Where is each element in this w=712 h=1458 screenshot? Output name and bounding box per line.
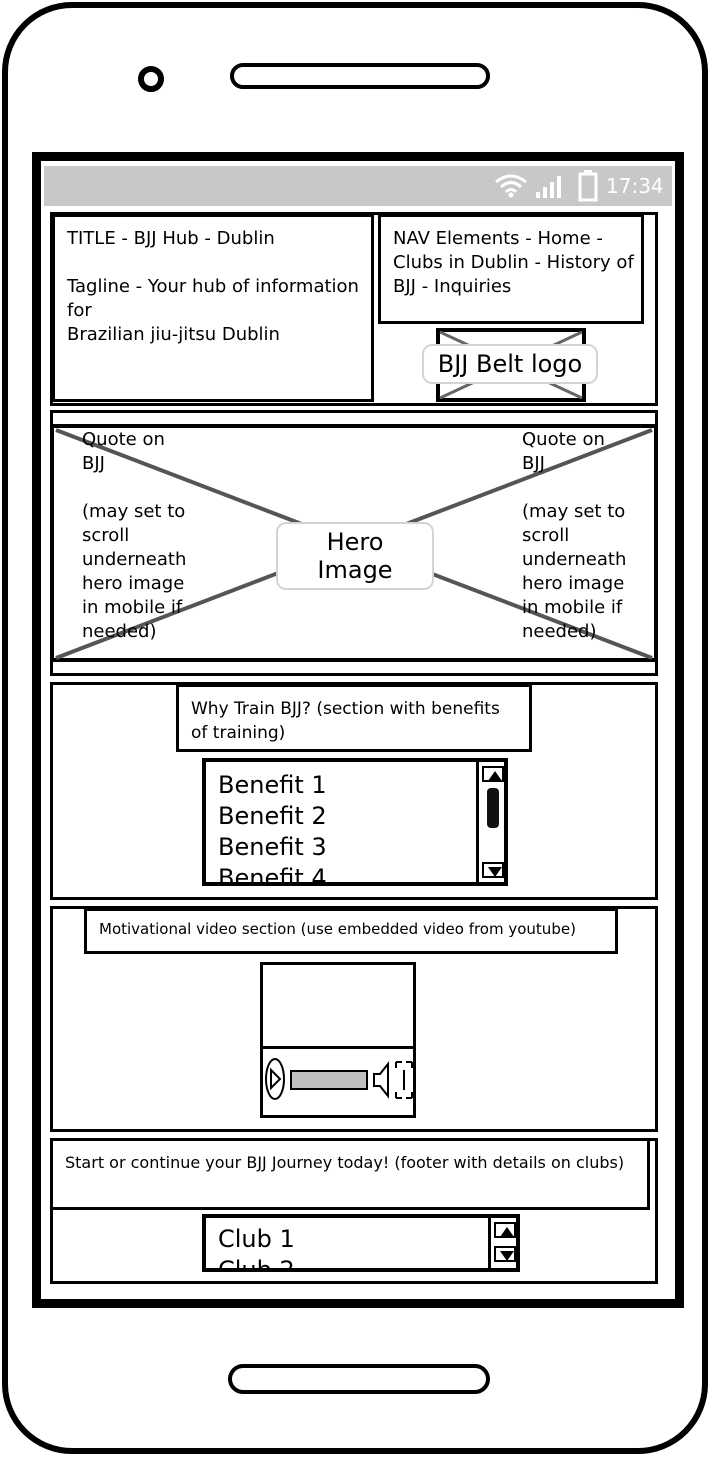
scroll-up-button[interactable] (482, 766, 504, 782)
arrow-up-icon (500, 1227, 514, 1237)
logo-label: BJJ Belt logo (422, 344, 598, 384)
quote-right: Quote on BJJ (may set to scroll undernea… (522, 429, 627, 642)
arrow-down-icon (488, 867, 502, 877)
home-button[interactable] (228, 1364, 490, 1394)
video-progress-bar[interactable] (290, 1070, 368, 1090)
hero-label: Hero Image (276, 522, 434, 590)
signal-icon (536, 176, 561, 198)
scroll-up-button[interactable] (494, 1222, 516, 1238)
why-train-heading-line-2: of training) (191, 723, 286, 743)
volume-icon[interactable] (372, 1060, 392, 1100)
title-box: TITLE - BJJ Hub - Dublin Tagline - Your … (52, 214, 374, 402)
why-train-heading: Why Train BJJ? (section with benefits (191, 699, 500, 719)
video-progress-fill (292, 1072, 366, 1088)
clubs-list[interactable]: Club 1 Club 2 (202, 1214, 520, 1272)
video-controls-divider (260, 1046, 416, 1049)
scroll-down-button[interactable] (494, 1246, 516, 1262)
speaker-grille (230, 63, 490, 89)
wifi-icon (495, 174, 527, 198)
why-train-heading-box: Why Train BJJ? (section with benefits of… (176, 684, 532, 752)
tagline-line-3: Brazilian jiu-jitsu Dublin (67, 324, 280, 345)
arrow-up-icon (488, 771, 502, 781)
list-item[interactable]: Benefit 1 (218, 770, 474, 801)
tagline-line-2: for (67, 300, 92, 321)
clubs-scrollbar[interactable] (488, 1218, 516, 1268)
play-icon[interactable] (264, 1056, 286, 1102)
nav-elements[interactable]: NAV Elements - Home - (393, 227, 643, 251)
benefits-list[interactable]: Benefit 1 Benefit 2 Benefit 3 Benefit 4 (202, 758, 508, 886)
footer-heading: Start or continue your BJJ Journey today… (65, 1153, 625, 1172)
quote-left: Quote on BJJ (may set to scroll undernea… (82, 429, 187, 642)
nav-elements-line-3[interactable]: BJJ - Inquiries (393, 275, 643, 299)
list-item[interactable]: Benefit 3 (218, 832, 474, 863)
arrow-down-icon (500, 1251, 514, 1261)
list-item[interactable]: Club 2 (218, 1255, 478, 1268)
scroll-thumb[interactable] (487, 788, 499, 828)
list-item[interactable]: Benefit 2 (218, 801, 474, 832)
list-item[interactable]: Benefit 4 (218, 863, 474, 882)
nav-box[interactable]: NAV Elements - Home - Clubs in Dublin - … (378, 214, 644, 324)
status-time: 17:34 (606, 174, 664, 198)
scroll-down-button[interactable] (482, 862, 504, 878)
benefits-scrollbar[interactable] (476, 762, 504, 882)
video-heading-box: Motivational video section (use embedded… (84, 908, 618, 954)
fullscreen-icon[interactable] (394, 1060, 414, 1100)
page-title: TITLE - BJJ Hub - Dublin (67, 228, 275, 249)
footer-heading-box: Start or continue your BJJ Journey today… (50, 1138, 650, 1210)
list-item[interactable]: Club 1 (218, 1224, 478, 1255)
battery-icon (578, 170, 598, 202)
nav-elements-line-2[interactable]: Clubs in Dublin - History of (393, 251, 643, 275)
tagline: Tagline - Your hub of information (67, 276, 359, 297)
video-heading: Motivational video section (use embedded… (99, 920, 576, 938)
camera-icon (138, 66, 164, 92)
